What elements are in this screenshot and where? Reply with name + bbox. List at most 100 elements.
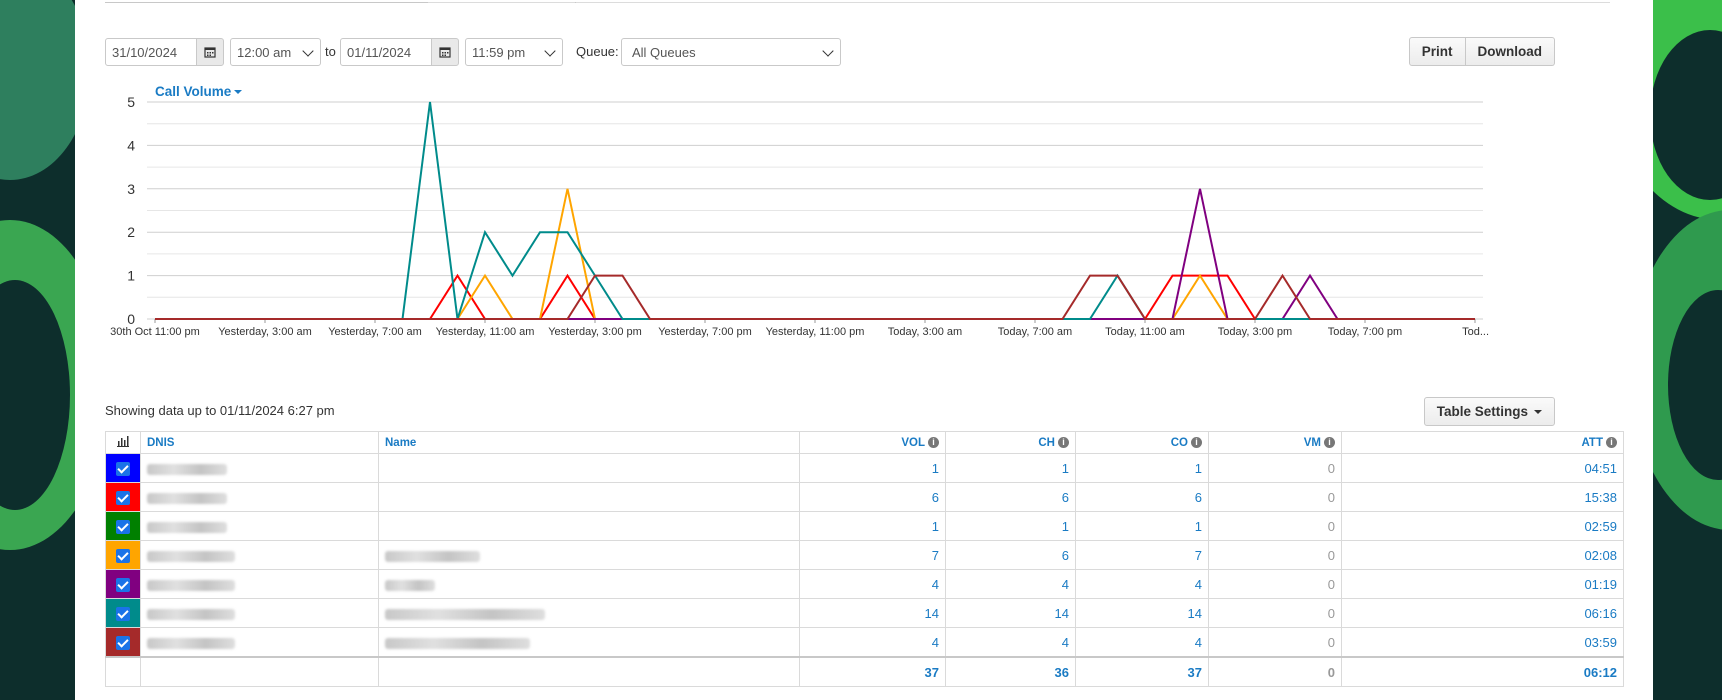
vol-cell[interactable]: 7 (799, 540, 946, 570)
x-tick-label: Today, 7:00 pm (1328, 326, 1402, 338)
series-visibility-checkbox[interactable] (116, 577, 130, 592)
chevron-down-icon (822, 45, 834, 57)
dnis-cell (140, 569, 379, 599)
total-ch[interactable]: 36 (945, 656, 1076, 687)
co-cell[interactable]: 7 (1075, 540, 1209, 570)
info-icon[interactable]: i (928, 436, 939, 448)
series-visibility-checkbox[interactable] (116, 490, 130, 505)
vm-cell: 0 (1208, 511, 1342, 541)
export-button-group: Print Download (1408, 37, 1555, 66)
vol-cell[interactable]: 14 (799, 598, 946, 628)
series-color-cell[interactable] (105, 453, 141, 483)
total-vol[interactable]: 37 (799, 656, 946, 687)
vm-cell: 0 (1208, 540, 1342, 570)
series-visibility-checkbox[interactable] (116, 606, 130, 621)
name-cell (378, 598, 800, 628)
x-tick-label: Yesterday, 11:00 pm (766, 326, 865, 338)
totals-spacer (105, 656, 141, 687)
table-row: 7 6 7 0 02:08 (105, 540, 1624, 570)
redacted-text (147, 579, 235, 591)
co-cell[interactable]: 1 (1075, 453, 1209, 483)
att-cell[interactable]: 15:38 (1341, 482, 1624, 512)
end-time-select[interactable]: 11:59 pm (465, 38, 563, 66)
ch-cell[interactable]: 6 (945, 482, 1076, 512)
series-color-cell[interactable] (105, 511, 141, 541)
series-visibility-checkbox[interactable] (116, 635, 130, 650)
series-color-cell[interactable] (105, 569, 141, 599)
start-calendar-button[interactable] (196, 38, 224, 66)
att-cell[interactable]: 01:19 (1341, 569, 1624, 599)
chart-toggle-header[interactable] (105, 431, 141, 454)
ch-cell[interactable]: 1 (945, 511, 1076, 541)
series-visibility-checkbox[interactable] (116, 548, 130, 563)
vol-cell[interactable]: 1 (799, 453, 946, 483)
att-cell[interactable]: 02:08 (1341, 540, 1624, 570)
y-tick-label: 3 (127, 181, 135, 197)
total-att[interactable]: 06:12 (1341, 656, 1624, 687)
ch-cell[interactable]: 4 (945, 627, 1076, 658)
start-date-input[interactable]: 31/10/2024 (105, 38, 197, 66)
co-cell[interactable]: 6 (1075, 482, 1209, 512)
co-cell[interactable]: 4 (1075, 569, 1209, 599)
series-color-cell[interactable] (105, 540, 141, 570)
ch-cell[interactable]: 1 (945, 453, 1076, 483)
data-status-text: Showing data up to 01/11/2024 6:27 pm (105, 403, 335, 418)
y-tick-label: 5 (127, 95, 135, 110)
chevron-down-icon (302, 45, 314, 57)
att-cell[interactable]: 03:59 (1341, 627, 1624, 658)
ch-cell[interactable]: 6 (945, 540, 1076, 570)
info-icon[interactable]: i (1058, 436, 1069, 448)
att-cell[interactable]: 02:59 (1341, 511, 1624, 541)
col-header-ch[interactable]: CH i (945, 431, 1076, 454)
series-color-cell[interactable] (105, 482, 141, 512)
dnis-cell (140, 627, 379, 658)
vol-cell[interactable]: 1 (799, 511, 946, 541)
series-color-cell[interactable] (105, 627, 141, 658)
name-cell (378, 511, 800, 541)
total-co[interactable]: 37 (1075, 656, 1209, 687)
att-cell[interactable]: 04:51 (1341, 453, 1624, 483)
download-button[interactable]: Download (1465, 37, 1555, 66)
caret-down-icon (1534, 409, 1542, 414)
vol-cell[interactable]: 6 (799, 482, 946, 512)
att-cell[interactable]: 06:16 (1341, 598, 1624, 628)
col-header-dnis[interactable]: DNIS (140, 431, 379, 454)
co-cell[interactable]: 1 (1075, 511, 1209, 541)
col-header-name[interactable]: Name (378, 431, 800, 454)
co-cell[interactable]: 4 (1075, 627, 1209, 658)
vol-cell[interactable]: 4 (799, 627, 946, 658)
totals-spacer (140, 656, 379, 687)
tab-edge[interactable] (575, 0, 576, 3)
queue-select[interactable]: All Queues (621, 38, 841, 66)
table-settings-button[interactable]: Table Settings (1423, 397, 1555, 426)
start-time-select[interactable]: 12:00 am (230, 38, 321, 66)
co-cell[interactable]: 14 (1075, 598, 1209, 628)
info-icon[interactable]: i (1191, 436, 1202, 448)
info-icon[interactable]: i (1606, 436, 1617, 448)
ch-cell[interactable]: 14 (945, 598, 1076, 628)
tab-edge[interactable] (105, 0, 428, 3)
col-header-co[interactable]: CO i (1075, 431, 1209, 454)
end-date-input[interactable]: 01/11/2024 (340, 38, 432, 66)
series-visibility-checkbox[interactable] (116, 519, 130, 534)
y-tick-label: 2 (127, 224, 135, 240)
report-panel: 31/10/2024 12:00 am to 01/11/2024 11:59 … (75, 0, 1653, 700)
end-calendar-button[interactable] (431, 38, 459, 66)
ch-cell[interactable]: 4 (945, 569, 1076, 599)
info-icon[interactable]: i (1324, 436, 1335, 448)
series-color-cell[interactable] (105, 598, 141, 628)
vm-cell: 0 (1208, 569, 1342, 599)
x-tick-label: Yesterday, 7:00 pm (658, 326, 752, 338)
x-tick-label: Yesterday, 7:00 am (328, 326, 422, 338)
col-header-att[interactable]: ATT i (1341, 431, 1624, 454)
series-visibility-checkbox[interactable] (116, 461, 130, 476)
col-header-vol[interactable]: VOL i (799, 431, 946, 454)
redacted-text (147, 492, 227, 504)
table-row: 4 4 4 0 01:19 (105, 569, 1624, 599)
col-header-vm[interactable]: VM i (1208, 431, 1342, 454)
redacted-text (147, 608, 235, 620)
table-row: 14 14 14 0 06:16 (105, 598, 1624, 628)
print-button[interactable]: Print (1408, 37, 1466, 66)
vol-cell[interactable]: 4 (799, 569, 946, 599)
x-tick-label: Tod... (1462, 326, 1489, 338)
